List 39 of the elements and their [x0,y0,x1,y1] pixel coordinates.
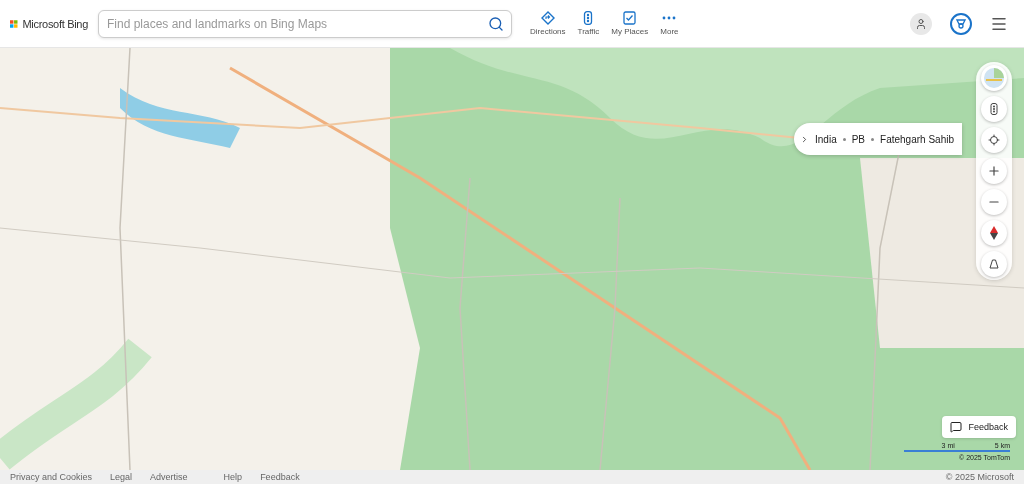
brand-name: Microsoft Bing [22,17,88,30]
places-button[interactable]: My Places [607,9,653,38]
locate-icon [988,134,1000,146]
search-field[interactable]: Find places and landmarks on Bing Maps [98,9,512,38]
zoom-in-icon [987,164,1001,178]
compass-icon [990,226,998,240]
tilt-button[interactable] [981,251,1007,277]
user-icon [915,17,927,30]
directions-button[interactable]: Directions [526,9,570,38]
traffic-light-icon [583,11,594,25]
chevron-icon [800,134,809,144]
map-style-icon [983,67,1005,89]
feedback-button[interactable]: Feedback [942,416,1016,438]
bookmark-check-icon [623,11,637,25]
breadcrumb-item[interactable]: India [815,133,837,145]
compass-button[interactable] [981,220,1007,246]
footer-link[interactable]: Feedback [260,472,300,482]
footer-link[interactable]: Advertise [150,472,188,482]
copyright: © 2025 Microsoft [945,472,1014,482]
traffic-button[interactable]: Traffic [573,9,604,38]
rewards-button[interactable] [950,12,972,35]
directions-icon [540,11,555,25]
logo-icon [10,17,18,30]
zoom-in-button[interactable] [981,158,1007,184]
breadcrumb-item[interactable]: Fatehgarh Sahib [880,133,954,145]
tilt-icon [989,259,999,269]
trophy-icon [956,18,966,29]
locate-button[interactable] [981,127,1007,153]
chat-icon [950,421,963,433]
traffic-light-icon [990,103,998,115]
footer-link[interactable]: Help [223,472,243,482]
footer-link[interactable]: Privacy and Cookies [10,472,93,482]
search-icon[interactable] [488,15,504,32]
traffic-button[interactable] [981,96,1007,122]
account-button[interactable] [910,12,932,35]
footer-link[interactable]: Legal [110,472,133,482]
breadcrumb-item[interactable]: PB [851,133,866,145]
zoom-out-button[interactable] [981,189,1007,215]
more-button[interactable]: More [656,9,683,38]
